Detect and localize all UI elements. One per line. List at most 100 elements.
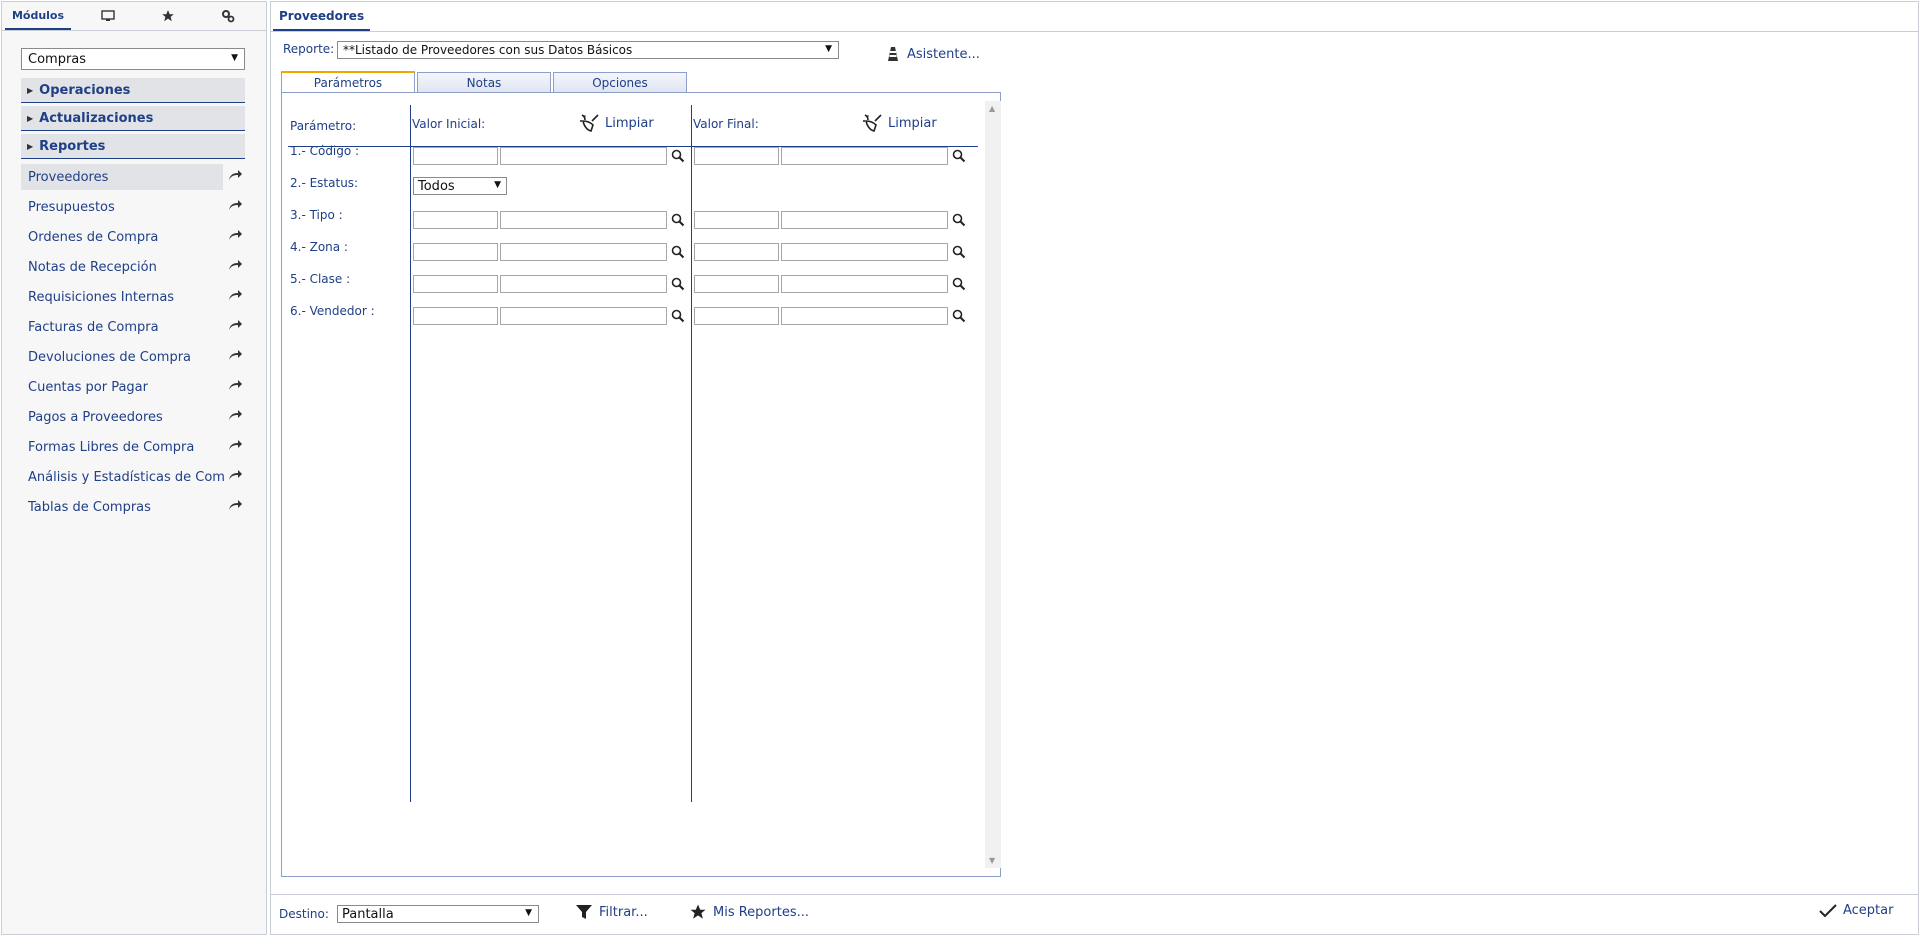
- param-column-header: Parámetro:: [290, 119, 357, 133]
- filter-icon: [576, 905, 592, 919]
- tab-favorites[interactable]: [150, 2, 186, 29]
- search-icon[interactable]: [671, 149, 685, 163]
- share-arrow-icon[interactable]: [227, 468, 243, 482]
- search-icon[interactable]: [671, 245, 685, 259]
- section-label: Reportes: [39, 138, 106, 154]
- param-initial-desc-input[interactable]: [500, 211, 667, 229]
- search-icon[interactable]: [952, 213, 966, 227]
- param-initial-code-input[interactable]: [413, 307, 498, 325]
- mis-reportes-button[interactable]: Mis Reportes...: [689, 903, 809, 921]
- param-final-desc-input[interactable]: [781, 307, 948, 325]
- search-icon[interactable]: [671, 277, 685, 291]
- search-icon[interactable]: [952, 309, 966, 323]
- filtrar-button[interactable]: Filtrar...: [575, 903, 648, 921]
- share-arrow-icon[interactable]: [227, 408, 243, 422]
- share-arrow-icon[interactable]: [227, 318, 243, 332]
- aceptar-button[interactable]: Aceptar: [1819, 903, 1893, 918]
- estatus-select[interactable]: Todos ▼: [413, 177, 507, 195]
- search-icon[interactable]: [671, 309, 685, 323]
- parameters-panel: Parámetro: Valor Inicial: Valor Final: L…: [281, 92, 1001, 877]
- param-final-code-input[interactable]: [694, 243, 779, 261]
- section-actualizaciones[interactable]: ▶ Actualizaciones: [21, 106, 245, 131]
- checkmark-icon: [1819, 903, 1837, 917]
- param-final-code-input[interactable]: [694, 211, 779, 229]
- tab-notas[interactable]: Notas: [417, 72, 551, 92]
- param-initial-code-input[interactable]: [413, 211, 498, 229]
- scroll-down-icon[interactable]: ▼: [989, 856, 995, 865]
- sidebar-item[interactable]: Devoluciones de Compra: [21, 344, 267, 370]
- estatus-select-value: Todos: [418, 178, 455, 194]
- param-initial-desc-input[interactable]: [500, 147, 667, 165]
- param-initial-desc-input[interactable]: [500, 275, 667, 293]
- section-operaciones[interactable]: ▶ Operaciones: [21, 78, 245, 103]
- sidebar-item[interactable]: Requisiciones Internas: [21, 284, 267, 310]
- star-icon: [690, 904, 706, 919]
- asistente-button[interactable]: Asistente...: [887, 46, 980, 62]
- param-final-desc-input[interactable]: [781, 243, 948, 261]
- share-arrow-icon[interactable]: [227, 438, 243, 452]
- param-initial-code-input[interactable]: [413, 243, 498, 261]
- destino-select[interactable]: Pantalla ▼: [337, 905, 539, 923]
- share-arrow-icon[interactable]: [227, 198, 243, 212]
- footer-divider: [271, 894, 1918, 895]
- sidebar-item[interactable]: Formas Libres de Compra: [21, 434, 267, 460]
- limpiar-final-button[interactable]: Limpiar: [862, 113, 937, 133]
- search-icon[interactable]: [952, 149, 966, 163]
- aceptar-label: Aceptar: [1843, 903, 1894, 918]
- tab-modulos[interactable]: Módulos: [5, 2, 71, 30]
- share-arrow-icon[interactable]: [227, 258, 243, 272]
- sidebar-item[interactable]: Análisis y Estadísticas de Com: [21, 464, 267, 490]
- param-initial-code-input[interactable]: [413, 147, 498, 165]
- caret-down-icon: ▼: [825, 44, 832, 54]
- param-initial-code-input[interactable]: [413, 275, 498, 293]
- tab-parametros[interactable]: Parámetros: [281, 71, 415, 92]
- module-select-value: Compras: [28, 51, 87, 67]
- param-initial-desc-input[interactable]: [500, 243, 667, 261]
- param-final-desc-input[interactable]: [781, 275, 948, 293]
- reporte-select-value: **Listado de Proveedores con sus Datos B…: [343, 43, 633, 57]
- triangle-right-icon: ▶: [27, 141, 34, 151]
- sidebar-item[interactable]: Tablas de Compras: [21, 494, 267, 520]
- module-select[interactable]: Compras ▼: [21, 48, 245, 70]
- sidebar-item[interactable]: Presupuestos: [21, 194, 267, 220]
- left-tabs: Módulos: [2, 2, 266, 31]
- caret-down-icon: ▼: [494, 180, 501, 190]
- share-arrow-icon[interactable]: [227, 378, 243, 392]
- vertical-scrollbar[interactable]: ▲ ▼: [985, 101, 1001, 868]
- tab-settings[interactable]: [210, 2, 246, 29]
- share-arrow-icon[interactable]: [227, 498, 243, 512]
- share-arrow-icon[interactable]: [227, 228, 243, 242]
- param-final-desc-input[interactable]: [781, 211, 948, 229]
- limpiar-label: Limpiar: [605, 115, 654, 131]
- sidebar-item-label: Requisiciones Internas: [28, 289, 175, 305]
- param-final-code-input[interactable]: [694, 147, 779, 165]
- sidebar-item[interactable]: Notas de Recepción: [21, 254, 267, 280]
- main-panel: Proveedores Reporte: **Listado de Provee…: [270, 1, 1919, 935]
- broom-icon: [863, 114, 882, 132]
- sidebar-item[interactable]: Cuentas por Pagar: [21, 374, 267, 400]
- tab-opciones[interactable]: Opciones: [553, 72, 687, 92]
- tab-monitor[interactable]: [90, 2, 126, 29]
- tab-proveedores[interactable]: Proveedores: [273, 2, 371, 31]
- sidebar-item[interactable]: Facturas de Compra: [21, 314, 267, 340]
- limpiar-inicial-button[interactable]: Limpiar: [579, 113, 654, 133]
- sidebar-item[interactable]: Pagos a Proveedores: [21, 404, 267, 430]
- reporte-select[interactable]: **Listado de Proveedores con sus Datos B…: [337, 41, 839, 59]
- param-label: 2.- Estatus:: [290, 176, 359, 190]
- share-arrow-icon[interactable]: [227, 348, 243, 362]
- share-arrow-icon[interactable]: [227, 288, 243, 302]
- search-icon[interactable]: [952, 245, 966, 259]
- sidebar-item[interactable]: Proveedores: [21, 164, 267, 190]
- share-arrow-icon[interactable]: [227, 168, 243, 182]
- param-initial-desc-input[interactable]: [500, 307, 667, 325]
- search-icon[interactable]: [671, 213, 685, 227]
- scroll-up-icon[interactable]: ▲: [989, 104, 995, 113]
- sidebar-item[interactable]: Órdenes de Compra: [21, 224, 267, 250]
- search-icon[interactable]: [952, 277, 966, 291]
- caret-down-icon: ▼: [525, 908, 532, 918]
- param-label: 3.- Tipo :: [290, 208, 343, 222]
- param-final-code-input[interactable]: [694, 307, 779, 325]
- section-reportes[interactable]: ▶ Reportes: [21, 134, 245, 159]
- param-final-desc-input[interactable]: [781, 147, 948, 165]
- param-final-code-input[interactable]: [694, 275, 779, 293]
